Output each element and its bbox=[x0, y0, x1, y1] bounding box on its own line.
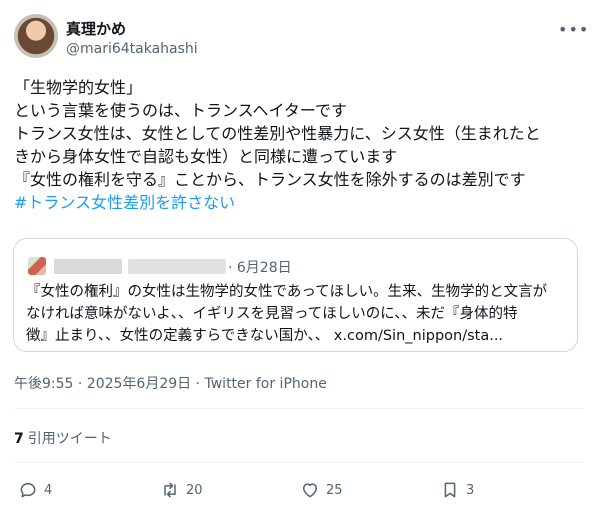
quoted-line: なければ意味がないよ、、イギリスを見習ってほしいのに、、未だ『身体的特 bbox=[26, 306, 518, 322]
hashtag-link[interactable]: #トランス女性差別を許さない bbox=[14, 191, 584, 214]
quote-count: 7 bbox=[14, 431, 24, 447]
quoted-line: 徴』止まり、、女性の定義すらできない国か、、 x.com/Sin_nippon/… bbox=[26, 328, 504, 344]
more-icon[interactable]: ••• bbox=[558, 20, 589, 39]
post-line: トランス女性は、女性としての性差別や性暴力に、シス女性（生まれたと bbox=[14, 124, 541, 143]
quoted-name-blurred bbox=[54, 259, 122, 274]
author-name[interactable]: 真理かめ bbox=[66, 18, 126, 39]
divider bbox=[14, 462, 582, 463]
heart-icon bbox=[303, 483, 317, 498]
like-button[interactable]: 25 bbox=[300, 480, 343, 500]
post-line: という言葉を使うのは、トランスヘイターです bbox=[14, 101, 347, 120]
post-text: 「生物学的女性」 という言葉を使うのは、トランスヘイターです トランス女性は、女… bbox=[14, 76, 584, 214]
avatar[interactable] bbox=[14, 14, 58, 58]
divider bbox=[14, 408, 582, 409]
quoted-avatar bbox=[28, 257, 46, 275]
quoted-line: 『女性の権利』の女性は生物学的女性であってほしい。生来、生物学的と文言が bbox=[26, 284, 548, 300]
bookmark-icon bbox=[444, 482, 456, 498]
quoted-tweet[interactable]: · 6月28日 『女性の権利』の女性は生物学的女性であってほしい。生来、生物学的… bbox=[13, 238, 578, 352]
post-line: 『女性の権利を守る』ことから、トランス女性を除外するのは差別です bbox=[14, 170, 526, 189]
quote-tweets-link[interactable]: 7 引用ツイート bbox=[14, 428, 112, 448]
reply-button[interactable]: 4 bbox=[18, 480, 52, 500]
reply-icon bbox=[20, 483, 36, 498]
author-handle[interactable]: @mari64takahashi bbox=[66, 41, 198, 57]
quote-label: 引用ツイート bbox=[27, 431, 112, 447]
post-line: 「生物学的女性」 bbox=[14, 78, 143, 97]
reply-count: 4 bbox=[44, 482, 53, 498]
timestamp[interactable]: 午後9:55 · 2025年6月29日 · Twitter for iPhone bbox=[14, 373, 327, 393]
quoted-text: 『女性の権利』の女性は生物学的女性であってほしい。生来、生物学的と文言が なけれ… bbox=[26, 281, 571, 347]
bookmark-count: 3 bbox=[466, 482, 475, 498]
retweet-icon bbox=[164, 482, 176, 498]
retweet-count: 20 bbox=[186, 482, 203, 498]
quoted-handle-blurred bbox=[128, 259, 226, 274]
post-line: きから身体女性で自認も女性）と同様に遭っています bbox=[14, 147, 398, 166]
quoted-date: · 6月28日 bbox=[228, 260, 292, 276]
retweet-button[interactable]: 20 bbox=[160, 480, 203, 500]
like-count: 25 bbox=[326, 482, 343, 498]
bookmark-button[interactable]: 3 bbox=[440, 480, 474, 500]
